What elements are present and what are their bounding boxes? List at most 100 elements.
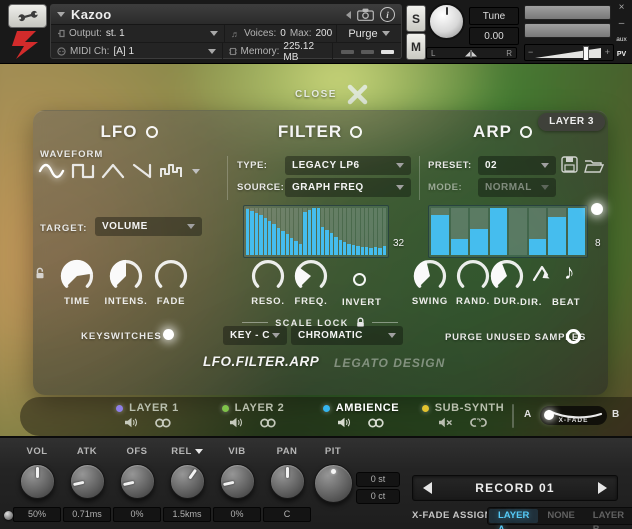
graph-step-bar[interactable] [290, 208, 293, 255]
speaker-icon[interactable] [124, 417, 138, 428]
graph-step-bar[interactable] [303, 208, 306, 255]
duration-knob[interactable] [488, 257, 526, 295]
pan-knob[interactable] [270, 464, 305, 499]
graph-step-bar[interactable] [509, 208, 527, 255]
arp-enable-toggle[interactable] [520, 126, 532, 138]
sine-wave-icon[interactable] [38, 161, 65, 181]
direction-icon[interactable] [531, 263, 555, 283]
snapshot-camera-icon[interactable] [357, 8, 374, 21]
pit-knob[interactable] [314, 464, 353, 503]
lfo-unlock-icon[interactable] [35, 267, 45, 279]
tab-ambience[interactable]: AMBIENCE [305, 402, 417, 428]
vol-knob[interactable] [20, 464, 55, 499]
xfade-slider[interactable]: X-FADE [540, 406, 607, 425]
pan-value[interactable]: C [263, 507, 311, 522]
ofs-value[interactable]: 0% [113, 507, 161, 522]
graph-step-bar[interactable] [548, 208, 566, 255]
output-dropdown-icon[interactable] [210, 31, 218, 36]
time-knob[interactable] [58, 257, 96, 295]
save-preset-icon[interactable] [561, 156, 578, 173]
pitch-semitones-box[interactable]: 0 st [356, 472, 400, 487]
rel-dropdown-icon[interactable] [195, 449, 203, 454]
arp-preset-dropdown[interactable]: 02 [478, 156, 556, 175]
prev-record-arrow-icon[interactable] [423, 482, 432, 494]
arp-step-graph[interactable] [428, 205, 588, 258]
xfade-assign-none[interactable]: NONE [538, 509, 583, 523]
collapse-arrow-icon[interactable] [57, 12, 65, 17]
muted-speaker-icon[interactable] [438, 417, 453, 428]
graph-step-bar[interactable] [369, 208, 372, 255]
load-preset-folder-icon[interactable] [584, 157, 604, 173]
graph-step-bar[interactable] [272, 208, 275, 255]
tune-value-box[interactable]: 0.00 [469, 27, 519, 45]
xfade-assign-layer-b[interactable]: LAYER B [584, 509, 632, 523]
invert-toggle[interactable] [353, 273, 366, 286]
atk-value[interactable]: 0.71ms [63, 507, 111, 522]
random-wave-icon[interactable] [159, 161, 183, 181]
arp-graph-indicator[interactable] [591, 203, 603, 215]
link-icon[interactable] [259, 418, 277, 428]
beat-note-icon[interactable]: ♪ [564, 261, 575, 285]
vib-value[interactable]: 0% [213, 507, 261, 522]
volume-handle[interactable] [583, 46, 589, 61]
close-overlay-button[interactable]: CLOSE [295, 83, 369, 106]
graph-step-bar[interactable] [299, 208, 302, 255]
graph-step-bar[interactable] [431, 208, 449, 255]
graph-step-bar[interactable] [308, 208, 311, 255]
lfo-target-dropdown[interactable]: VOLUME [95, 217, 202, 236]
scroll-left-icon[interactable] [346, 11, 351, 19]
swing-knob[interactable] [411, 257, 449, 295]
fade-knob[interactable] [152, 257, 190, 295]
graph-step-bar[interactable] [361, 208, 364, 255]
tab-layer-2[interactable]: LAYER 2 [198, 402, 308, 428]
graph-step-bar[interactable] [451, 208, 469, 255]
minimize-instrument-button[interactable]: – [613, 19, 630, 29]
purge-dropdown-icon[interactable] [382, 31, 390, 36]
broken-link-icon[interactable] [469, 417, 488, 428]
remove-instrument-button[interactable]: × [613, 3, 630, 13]
graph-step-bar[interactable] [325, 208, 328, 255]
ofs-knob[interactable] [120, 464, 155, 499]
purge-menu[interactable]: Purge [337, 25, 401, 42]
filter-source-dropdown[interactable]: GRAPH FREQ [285, 178, 411, 197]
midi-dropdown-icon[interactable] [208, 49, 216, 54]
square-wave-icon[interactable] [71, 161, 95, 181]
graph-step-bar[interactable] [268, 208, 271, 255]
frequency-knob[interactable] [292, 257, 330, 295]
tune-knob[interactable] [428, 3, 465, 40]
graph-step-bar[interactable] [352, 208, 355, 255]
purge-unused-button[interactable] [566, 329, 581, 344]
graph-step-bar[interactable] [277, 208, 280, 255]
volume-minus[interactable]: − [528, 47, 533, 57]
speaker-icon[interactable] [337, 417, 351, 428]
link-icon[interactable] [154, 418, 172, 428]
graph-step-bar[interactable] [347, 208, 350, 255]
record-name[interactable]: RECORD 01 [432, 481, 598, 495]
keyswitches-toggle[interactable] [163, 329, 174, 340]
pan-slider[interactable]: L R [426, 47, 517, 59]
mute-button[interactable]: M [406, 33, 426, 60]
link-icon[interactable] [367, 418, 385, 428]
graph-step-bar[interactable] [343, 208, 346, 255]
filter-type-dropdown[interactable]: LEGACY LP6 [285, 156, 411, 175]
graph-step-bar[interactable] [330, 208, 333, 255]
graph-step-bar[interactable] [365, 208, 368, 255]
scale-dropdown[interactable]: CHROMATIC [291, 326, 403, 345]
resonance-knob[interactable] [249, 257, 287, 295]
graph-step-bar[interactable] [294, 208, 297, 255]
intensity-knob[interactable] [107, 257, 145, 295]
graph-step-bar[interactable] [490, 208, 508, 255]
filter-enable-toggle[interactable] [350, 126, 362, 138]
lfo-enable-toggle[interactable] [146, 126, 158, 138]
waveform-dropdown-icon[interactable] [192, 169, 200, 174]
graph-step-bar[interactable] [255, 208, 258, 255]
graph-step-bar[interactable] [312, 208, 315, 255]
graph-step-bar[interactable] [334, 208, 337, 255]
next-record-arrow-icon[interactable] [598, 482, 607, 494]
graph-step-bar[interactable] [374, 208, 377, 255]
saw-wave-icon[interactable] [131, 161, 153, 181]
rel-value[interactable]: 1.5kms [163, 507, 211, 522]
graph-step-bar[interactable] [317, 208, 320, 255]
output-selector[interactable]: Output: st. 1 [51, 25, 225, 42]
graph-step-bar[interactable] [286, 208, 289, 255]
